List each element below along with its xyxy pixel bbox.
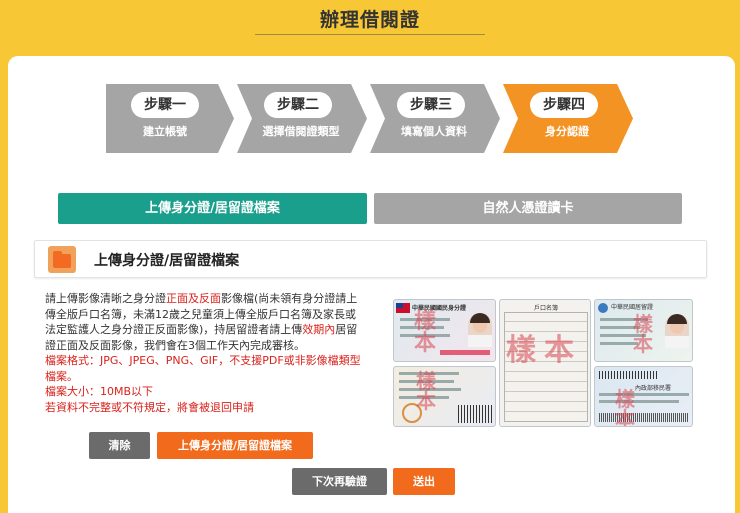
sample-resident-sub: 內政部移民署: [635, 385, 672, 392]
rejection-warning: 若資料不完整或不符規定，將會被退回申請: [45, 400, 254, 414]
step-4-pill: 步驟四: [530, 92, 598, 118]
flag-icon: [396, 303, 410, 313]
emblem-icon: [598, 303, 608, 313]
barcode-icon: [599, 371, 659, 379]
instruction-text: 請上傳影像清晰之身分證: [45, 292, 166, 305]
sample-stamp: 樣本: [615, 387, 635, 427]
step-3-pill: 步驟三: [397, 92, 465, 118]
sample-id-images: 中華民國國民身分證 樣本 樣本 戶口名簿 樣本 中華民國居留證 樣本 內政部移民…: [393, 297, 693, 429]
step-1-pill: 步驟一: [131, 92, 199, 118]
sample-household-title: 戶口名簿: [533, 305, 558, 312]
barcode-icon: [458, 405, 492, 423]
step-4-current: 步驟四 身分認證: [503, 84, 633, 153]
step-1-label: 建立帳號: [143, 125, 187, 138]
sample-stamp: 樣本: [633, 312, 653, 356]
file-format-note: 檔案格式：JPG、JPEG、PNG、GIF，不支援PDF或非影像檔類型檔案。: [45, 354, 361, 383]
section-header: 上傳身分證/居留證檔案: [34, 240, 707, 278]
step-2: 步驟二 選擇借閱證類型: [237, 84, 367, 153]
tab-upload-id-file[interactable]: 上傳身分證/居留證檔案: [58, 193, 367, 224]
page-title: 辦理借閱證: [319, 9, 420, 31]
sample-household-register: 戶口名簿 樣本: [499, 299, 591, 427]
upload-id-file-button[interactable]: 上傳身分證/居留證檔案: [157, 432, 313, 459]
sample-resident-front: 中華民國居留證 樣本: [594, 299, 693, 362]
sample-stamp: 樣本: [506, 333, 582, 368]
instruction-paragraph: 請上傳影像清晰之身分證正面及反面影像檔(尚未領有身分證請上傳全版戶口名簿，未滿1…: [45, 291, 365, 353]
file-size-note: 檔案大小：10MB以下: [45, 385, 154, 398]
sample-id-back: 樣本: [393, 366, 496, 427]
section-title: 上傳身分證/居留證檔案: [94, 253, 240, 269]
instruction-emphasis: 效期內: [302, 323, 336, 336]
sample-resident-title: 中華民國居留證: [611, 304, 654, 311]
step-3-label: 填寫個人資料: [401, 125, 467, 138]
step-2-pill: 步驟二: [264, 92, 332, 118]
page-header: 辦理借閱證: [0, 0, 740, 56]
step-4-label: 身分認證: [545, 125, 589, 138]
tab-citizen-certificate[interactable]: 自然人憑證讀卡: [374, 193, 682, 224]
step-2-label: 選擇借閱證類型: [262, 125, 340, 138]
title-underline: [255, 34, 485, 35]
instruction-emphasis: 正面及反面: [166, 292, 221, 305]
sample-resident-back: 內政部移民署 樣本: [594, 366, 693, 427]
upload-instructions: 請上傳影像清晰之身分證正面及反面影像檔(尚未領有身分證請上傳全版戶口名簿，未滿1…: [45, 291, 365, 415]
sample-id-front: 中華民國國民身分證 樣本: [393, 299, 496, 362]
verify-later-button[interactable]: 下次再驗證: [292, 468, 387, 495]
step-1: 步驟一 建立帳號: [106, 84, 234, 153]
portrait-photo: [468, 313, 492, 347]
clear-button[interactable]: 清除: [89, 432, 150, 459]
portrait-photo: [665, 314, 689, 348]
step-3: 步驟三 填寫個人資料: [370, 84, 500, 153]
submit-button[interactable]: 送出: [393, 468, 455, 495]
folder-icon: [48, 246, 76, 273]
sample-stamp: 樣本: [414, 308, 437, 356]
sample-stamp: 樣本: [416, 369, 436, 413]
